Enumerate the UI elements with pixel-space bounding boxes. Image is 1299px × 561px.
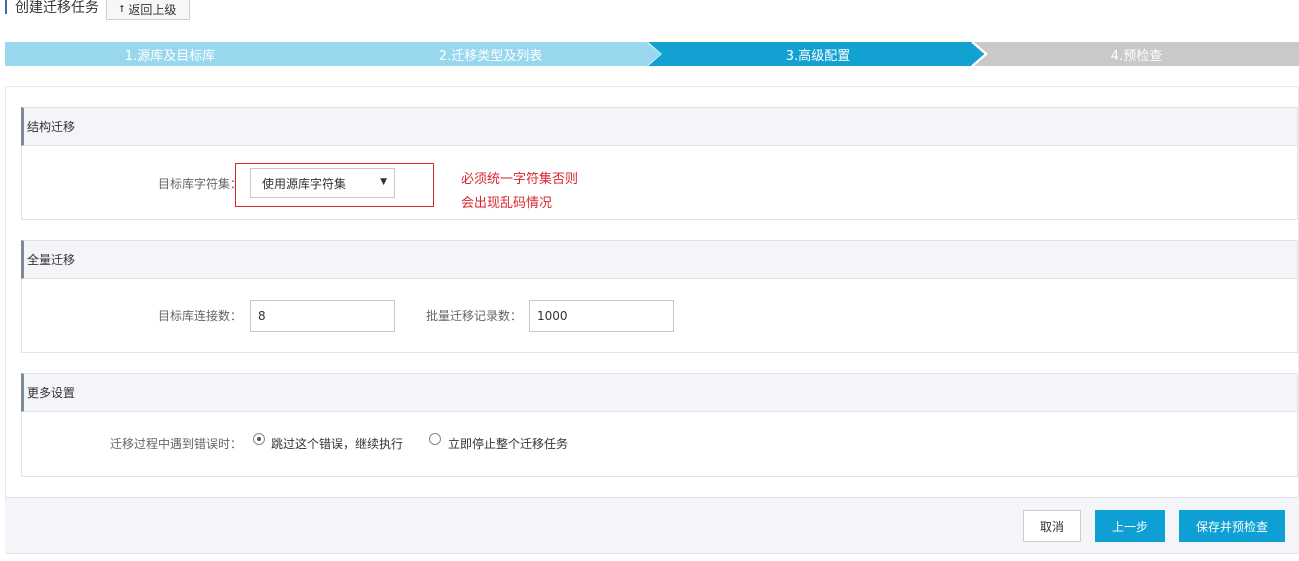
save-and-precheck-button[interactable]: 保存并预检查 — [1179, 510, 1285, 542]
skip-error-label[interactable]: 跳过这个错误，继续执行 — [271, 435, 403, 452]
stop-task-label[interactable]: 立即停止整个迁移任务 — [448, 435, 568, 452]
full-migration-heading: 全量迁移 — [21, 240, 1298, 279]
stop-task-radio[interactable] — [429, 433, 441, 445]
skip-error-radio[interactable] — [253, 433, 265, 445]
structure-migration-heading: 结构迁移 — [21, 107, 1298, 146]
previous-step-button[interactable]: 上一步 — [1095, 510, 1165, 542]
step-3: 3.高级配置 — [648, 42, 988, 66]
error-handling-label: 迁移过程中遇到错误时： — [109, 437, 242, 451]
page-title: 创建迁移任务 — [15, 0, 99, 16]
charset-select[interactable]: 使用源库字符集 ▼ — [250, 168, 395, 198]
back-button-label: 返回上级 — [128, 2, 177, 17]
step-4-label: 4.预检查 — [1110, 48, 1163, 64]
caret-down-icon: ▼ — [380, 177, 387, 187]
batch-size-input[interactable]: 1000 — [529, 300, 674, 332]
step-2-label: 2.迁移类型及列表 — [438, 48, 543, 64]
batch-size-label: 批量迁移记录数： — [425, 309, 522, 323]
step-4: 4.预检查 — [974, 42, 1299, 66]
back-button[interactable]: ⭡ 返回上级 — [106, 0, 190, 20]
up-arrow-icon: ⭡ — [119, 3, 125, 15]
charset-select-value: 使用源库字符集 — [262, 176, 347, 191]
step-3-label: 3.高级配置 — [785, 48, 851, 64]
step-2: 2.迁移类型及列表 — [318, 42, 663, 66]
connections-label: 目标库连接数： — [157, 309, 242, 323]
annotation-line-2: 会出现乱码情况 — [461, 196, 553, 211]
step-1-label: 1.源库及目标库 — [124, 48, 216, 64]
more-settings-heading: 更多设置 — [21, 373, 1298, 412]
title-accent-bar — [5, 0, 7, 14]
charset-label: 目标库字符集： — [157, 177, 242, 191]
connections-input[interactable]: 8 — [250, 300, 395, 332]
cancel-button[interactable]: 取消 — [1023, 510, 1081, 542]
step-1: 1.源库及目标库 — [5, 42, 335, 66]
annotation-line-1: 必须统一字符集否则 — [461, 172, 579, 187]
